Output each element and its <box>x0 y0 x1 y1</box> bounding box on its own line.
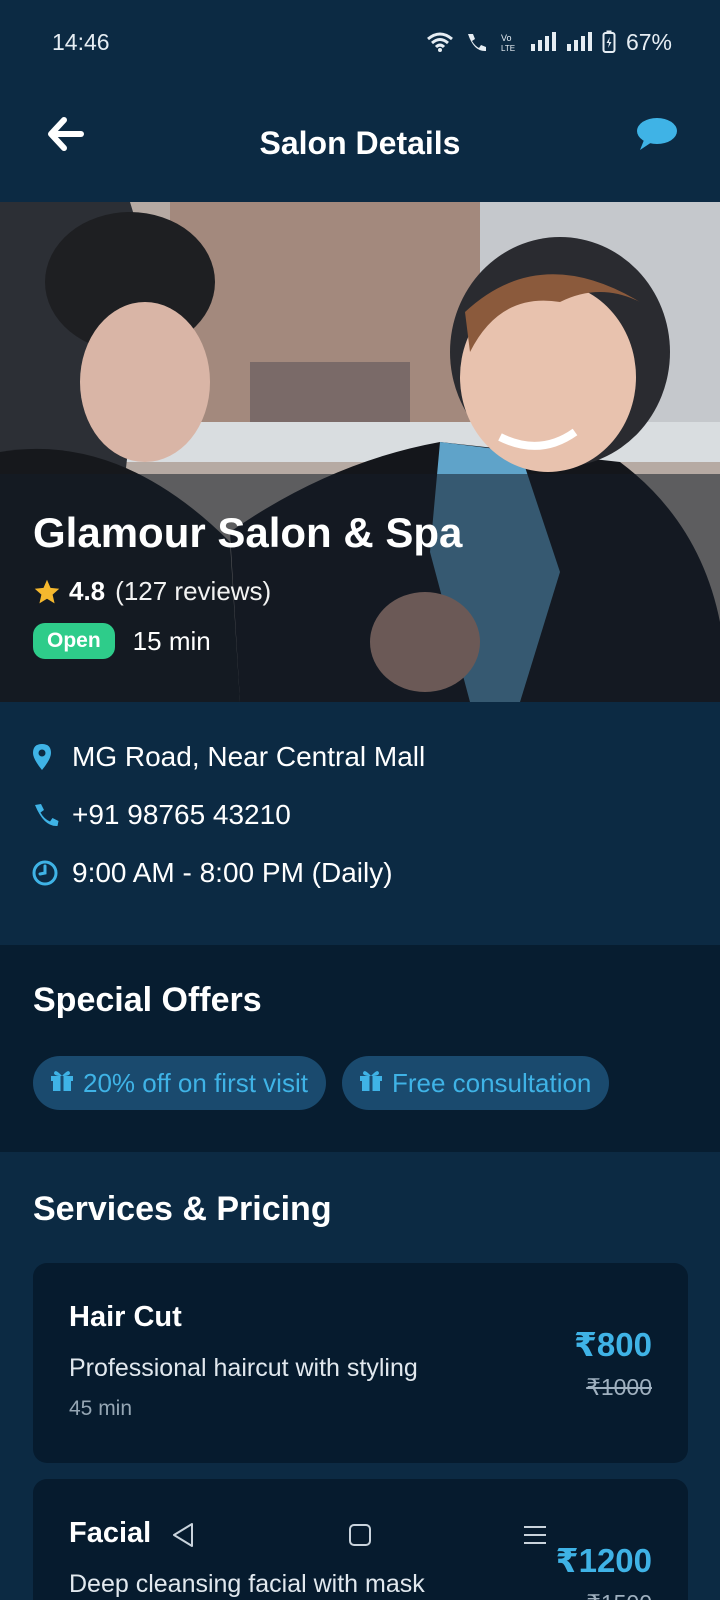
status-time: 14:46 <box>52 28 110 55</box>
open-status-badge: Open <box>33 623 115 659</box>
salon-hero: Glamour Salon & Spa 4.8 (127 reviews) Op… <box>0 202 720 702</box>
menu-lines-icon <box>522 1523 548 1552</box>
status-icons: Vo LTE 67% <box>426 29 672 56</box>
salon-info: Glamour Salon & Spa 4.8 (127 reviews) Op… <box>33 512 462 659</box>
square-home-icon <box>348 1523 372 1552</box>
service-description: Professional haircut with styling <box>69 1354 418 1382</box>
chat-button[interactable] <box>634 114 680 158</box>
nav-recents-button[interactable] <box>520 1520 550 1554</box>
page-title: Salon Details <box>259 124 461 161</box>
volte-icon: Vo LTE <box>500 31 520 53</box>
signal-icon <box>530 32 556 52</box>
signal-icon <box>566 32 592 52</box>
back-button[interactable] <box>44 114 88 158</box>
phone-row[interactable]: +91 98765 43210 <box>32 786 720 844</box>
address-text: MG Road, Near Central Mall <box>72 741 426 772</box>
phone-text: +91 98765 43210 <box>72 799 291 830</box>
service-price: ₹1200 ₹1500 <box>556 1541 652 1600</box>
svg-text:Vo: Vo <box>501 33 512 43</box>
address-row[interactable]: MG Road, Near Central Mall <box>32 728 720 786</box>
special-offers-section: Special Offers 20% off on first visit Fr… <box>0 945 720 1152</box>
status-row: Open 15 min <box>33 623 462 659</box>
nav-home-button[interactable] <box>343 1520 377 1554</box>
star-icon <box>33 578 61 606</box>
hours-row: 9:00 AM - 8:00 PM (Daily) <box>32 844 720 902</box>
rating-row: 4.8 (127 reviews) <box>33 576 462 607</box>
app-bar: Salon Details <box>0 84 720 202</box>
service-price: ₹800 ₹1000 <box>574 1325 652 1401</box>
triangle-back-icon <box>171 1522 195 1553</box>
battery-percent: 67% <box>625 28 672 55</box>
service-card-hair-cut[interactable]: Hair Cut Professional haircut with styli… <box>33 1263 688 1463</box>
service-duration: 45 min <box>69 1397 133 1420</box>
services-title: Services & Pricing <box>33 1190 332 1228</box>
status-bar: 14:46 Vo LTE 67% <box>0 0 720 84</box>
svg-text:LTE: LTE <box>501 44 515 53</box>
gift-icon <box>358 1068 384 1099</box>
price-original: ₹1500 <box>556 1590 652 1600</box>
salon-name: Glamour Salon & Spa <box>33 509 463 556</box>
review-count: (127 reviews) <box>115 576 272 606</box>
contact-info: MG Road, Near Central Mall +91 98765 432… <box>0 702 720 945</box>
nav-back-button[interactable] <box>166 1520 200 1554</box>
price-original: ₹1000 <box>586 1374 652 1400</box>
service-name: Hair Cut <box>69 1301 182 1333</box>
rating-value: 4.8 <box>69 576 106 606</box>
gift-icon <box>49 1068 75 1099</box>
offer-chip[interactable]: 20% off on first visit <box>33 1056 326 1110</box>
price-current: ₹1200 <box>555 1542 652 1579</box>
offer-label: 20% off on first visit <box>83 1067 308 1098</box>
wifi-call-icon <box>464 31 490 53</box>
wait-time: 15 min <box>132 625 211 656</box>
offer-chip[interactable]: Free consultation <box>341 1056 610 1110</box>
price-current: ₹800 <box>573 1326 652 1363</box>
battery-charging-icon <box>602 30 616 54</box>
arrow-left-icon <box>48 116 84 156</box>
location-pin-icon <box>32 743 68 771</box>
hours-text: 9:00 AM - 8:00 PM (Daily) <box>72 857 393 888</box>
clock-icon <box>32 860 68 886</box>
offer-label: Free consultation <box>391 1067 592 1098</box>
wifi-icon <box>426 31 454 53</box>
phone-icon <box>32 802 68 828</box>
offers-title: Special Offers <box>33 981 262 1019</box>
offer-chips: 20% off on first visit Free consultation <box>33 1056 720 1110</box>
chat-bubble-icon <box>636 116 678 157</box>
